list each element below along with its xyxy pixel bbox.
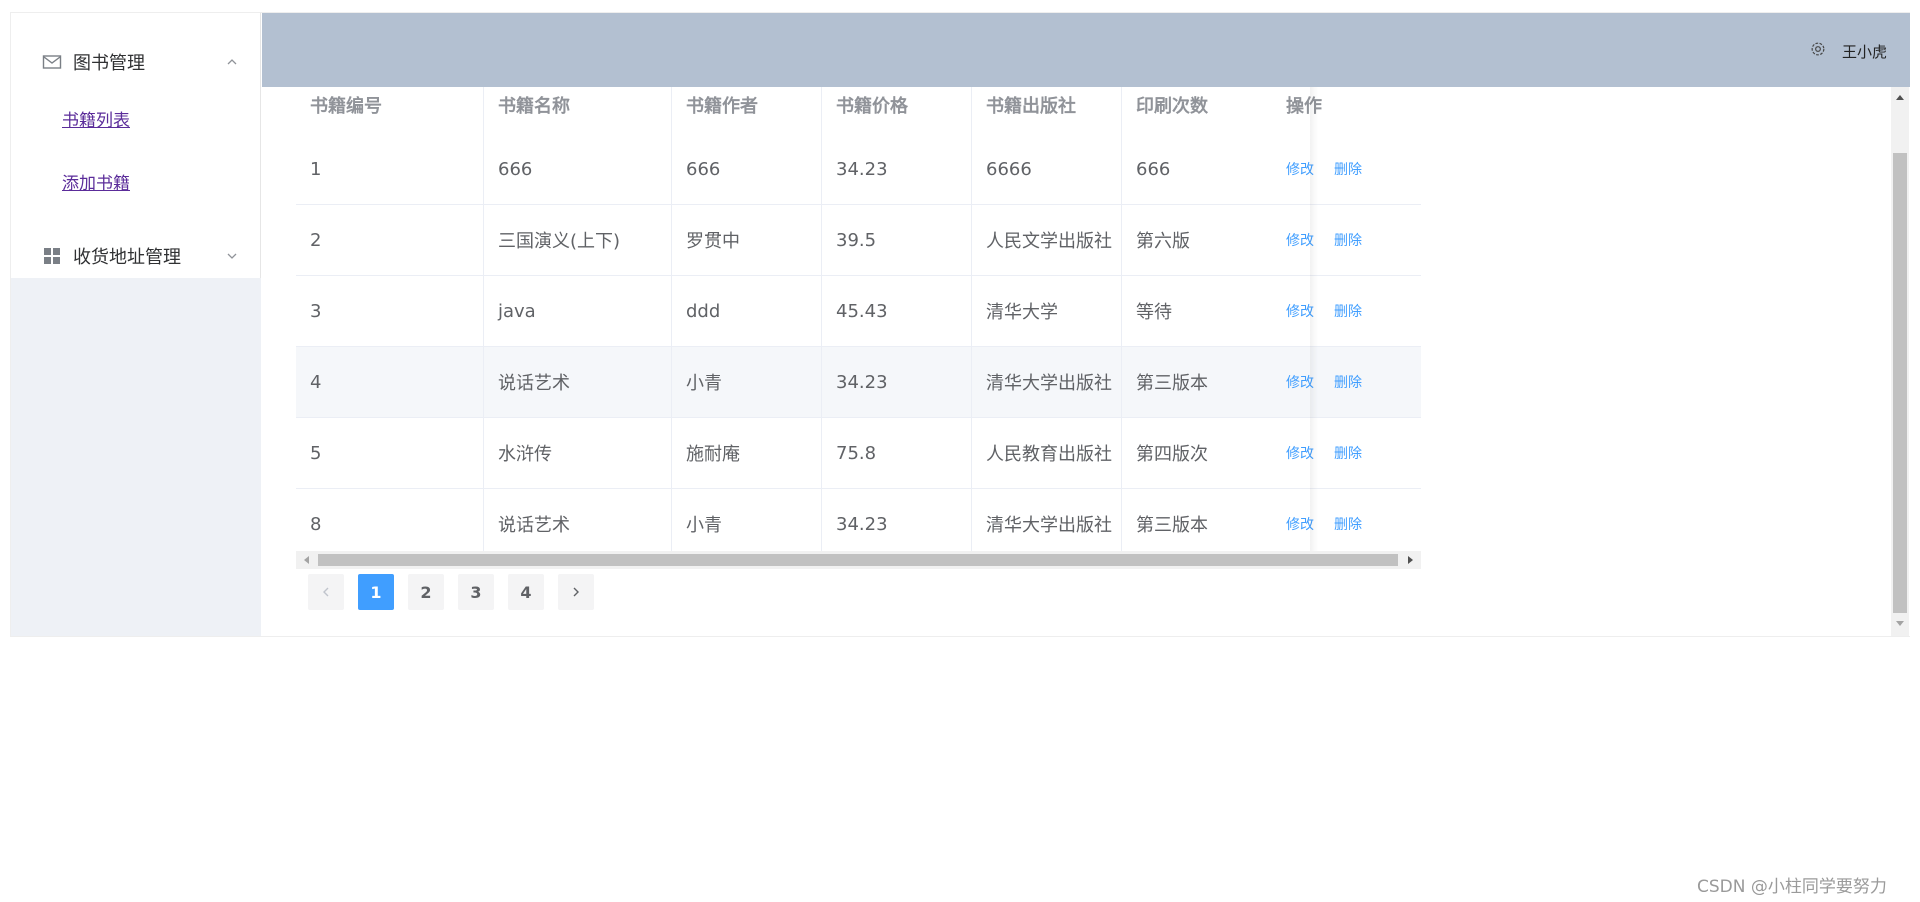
app-container: 图书管理 书籍列表 添加书籍 收货地址管理 王小虎 书籍编号 书籍名称 书籍作者… — [10, 12, 1910, 637]
submenu-title-label: 收货地址管理 — [73, 247, 181, 268]
page-button-2[interactable]: 2 — [408, 574, 444, 610]
table-cell: 4 — [296, 347, 484, 417]
horizontal-scroll-thumb[interactable] — [318, 554, 1398, 566]
table-cell: 水浒传 — [484, 418, 672, 488]
header-bar: 王小虎 — [262, 13, 1910, 87]
submenu-book-management[interactable]: 图书管理 — [11, 34, 261, 90]
table-cell-actions: 修改 删除 — [1272, 418, 1421, 488]
table-cell: 34.23 — [822, 134, 972, 204]
table-row: 4 说话艺术 小青 34.23 清华大学出版社 第三版本 修改 删除 — [296, 347, 1421, 418]
table-cell: 人民文学出版社 — [972, 205, 1122, 275]
page-button-4[interactable]: 4 — [508, 574, 544, 610]
watermark: CSDN @小柱同学要努力 — [1697, 877, 1887, 897]
table-cell: 说话艺术 — [484, 489, 672, 551]
page-button-3[interactable]: 3 — [458, 574, 494, 610]
chevron-right-icon — [573, 587, 579, 597]
vertical-scrollbar[interactable] — [1891, 87, 1909, 636]
delete-button[interactable]: 删除 — [1334, 230, 1362, 250]
books-table: 书籍编号 书籍名称 书籍作者 书籍价格 书籍出版社 印刷次数 操作 1 666 66… — [296, 73, 1421, 551]
delete-button[interactable]: 删除 — [1334, 514, 1362, 534]
table-cell: ddd — [672, 276, 822, 346]
submenu-title-label: 图书管理 — [73, 53, 145, 74]
table-cell: 1 — [296, 134, 484, 204]
table-cell: 第四版次 — [1136, 444, 1208, 465]
grid-icon — [44, 248, 60, 264]
table-row: 5 水浒传 施耐庵 75.8 人民教育出版社 第四版次 修改 删除 — [296, 418, 1421, 489]
table-cell: 三国演义(上下) — [484, 205, 672, 275]
chevron-left-icon — [323, 587, 329, 597]
scroll-down-arrow-icon[interactable] — [1896, 621, 1904, 626]
scroll-right-arrow-icon[interactable] — [1408, 556, 1413, 564]
table-cell: 清华大学出版社 — [972, 489, 1122, 551]
table-cell: 5 — [296, 418, 484, 488]
table-cell: 8 — [296, 489, 484, 551]
table-cell: 人民教育出版社 — [972, 418, 1122, 488]
username[interactable]: 王小虎 — [1842, 41, 1887, 62]
prev-page-button[interactable] — [308, 574, 344, 610]
gear-icon[interactable] — [1809, 40, 1827, 58]
table-cell-actions: 修改 删除 — [1272, 134, 1421, 204]
table-cell: 3 — [296, 276, 484, 346]
vertical-scroll-thumb[interactable] — [1893, 153, 1907, 613]
table-row: 1 666 666 34.23 6666 666 修改 删除 — [296, 134, 1421, 205]
delete-button[interactable]: 删除 — [1334, 372, 1362, 392]
table-cell-actions: 修改 删除 — [1272, 489, 1421, 551]
chevron-down-icon — [227, 253, 237, 259]
table-cell: 第三版本 — [1136, 515, 1208, 536]
table-cell-actions: 修改 删除 — [1272, 347, 1421, 417]
table-row: 8 说话艺术 小青 34.23 清华大学出版社 第三版本 修改 删除 — [296, 489, 1421, 551]
table-cell: 2 — [296, 205, 484, 275]
next-page-button[interactable] — [558, 574, 594, 610]
table-cell: 清华大学出版社 — [972, 347, 1122, 417]
horizontal-scrollbar[interactable] — [296, 551, 1421, 569]
delete-button[interactable]: 删除 — [1334, 443, 1362, 463]
table-cell: 小青 — [672, 347, 822, 417]
table-cell: 第三版本 — [1136, 373, 1208, 394]
table-cell: 6666 — [972, 134, 1122, 204]
page-button-1[interactable]: 1 — [358, 574, 394, 610]
table-cell: 罗贯中 — [672, 205, 822, 275]
table-row: 3 java ddd 45.43 清华大学 等待 修改 删除 — [296, 276, 1421, 347]
delete-button[interactable]: 删除 — [1334, 301, 1362, 321]
table-row: 2 三国演义(上下) 罗贯中 39.5 人民文学出版社 第六版 修改 删除 — [296, 205, 1421, 276]
table-cell: 第六版 — [1136, 231, 1190, 252]
chevron-up-icon — [227, 59, 237, 65]
table-cell-actions: 修改 删除 — [1272, 205, 1421, 275]
table-cell: 34.23 — [822, 489, 972, 551]
scroll-left-arrow-icon[interactable] — [304, 556, 309, 564]
table-cell: 666 — [484, 134, 672, 204]
table-cell: 666 — [672, 134, 822, 204]
table-cell: 34.23 — [822, 347, 972, 417]
table-cell: 39.5 — [822, 205, 972, 275]
sidebar: 图书管理 书籍列表 添加书籍 收货地址管理 — [11, 13, 261, 636]
main-area: 王小虎 书籍编号 书籍名称 书籍作者 书籍价格 书籍出版社 印刷次数 操作 16… — [262, 13, 1910, 636]
table-cell: 小青 — [672, 489, 822, 551]
table-cell: 666 — [1136, 158, 1171, 180]
table-cell: 清华大学 — [972, 276, 1122, 346]
table-cell: java — [484, 276, 672, 346]
sidebar-item-book-list[interactable]: 书籍列表 — [62, 106, 130, 131]
table-cell: 75.8 — [822, 418, 972, 488]
mail-icon — [42, 55, 62, 69]
table-cell: 等待 — [1136, 302, 1172, 323]
table-cell-actions: 修改 删除 — [1272, 276, 1421, 346]
delete-button[interactable]: 删除 — [1334, 159, 1362, 179]
table-cell: 施耐庵 — [672, 418, 822, 488]
submenu-address-management[interactable]: 收货地址管理 — [11, 228, 261, 284]
table-cell: 说话艺术 — [484, 347, 672, 417]
pagination: 1 2 3 4 — [308, 574, 608, 610]
scroll-up-arrow-icon[interactable] — [1896, 95, 1904, 100]
fixed-column-shadow — [1310, 73, 1318, 551]
table-cell: 45.43 — [822, 276, 972, 346]
sidebar-menu: 图书管理 书籍列表 添加书籍 收货地址管理 — [11, 13, 261, 278]
sidebar-item-add-book[interactable]: 添加书籍 — [62, 169, 130, 194]
